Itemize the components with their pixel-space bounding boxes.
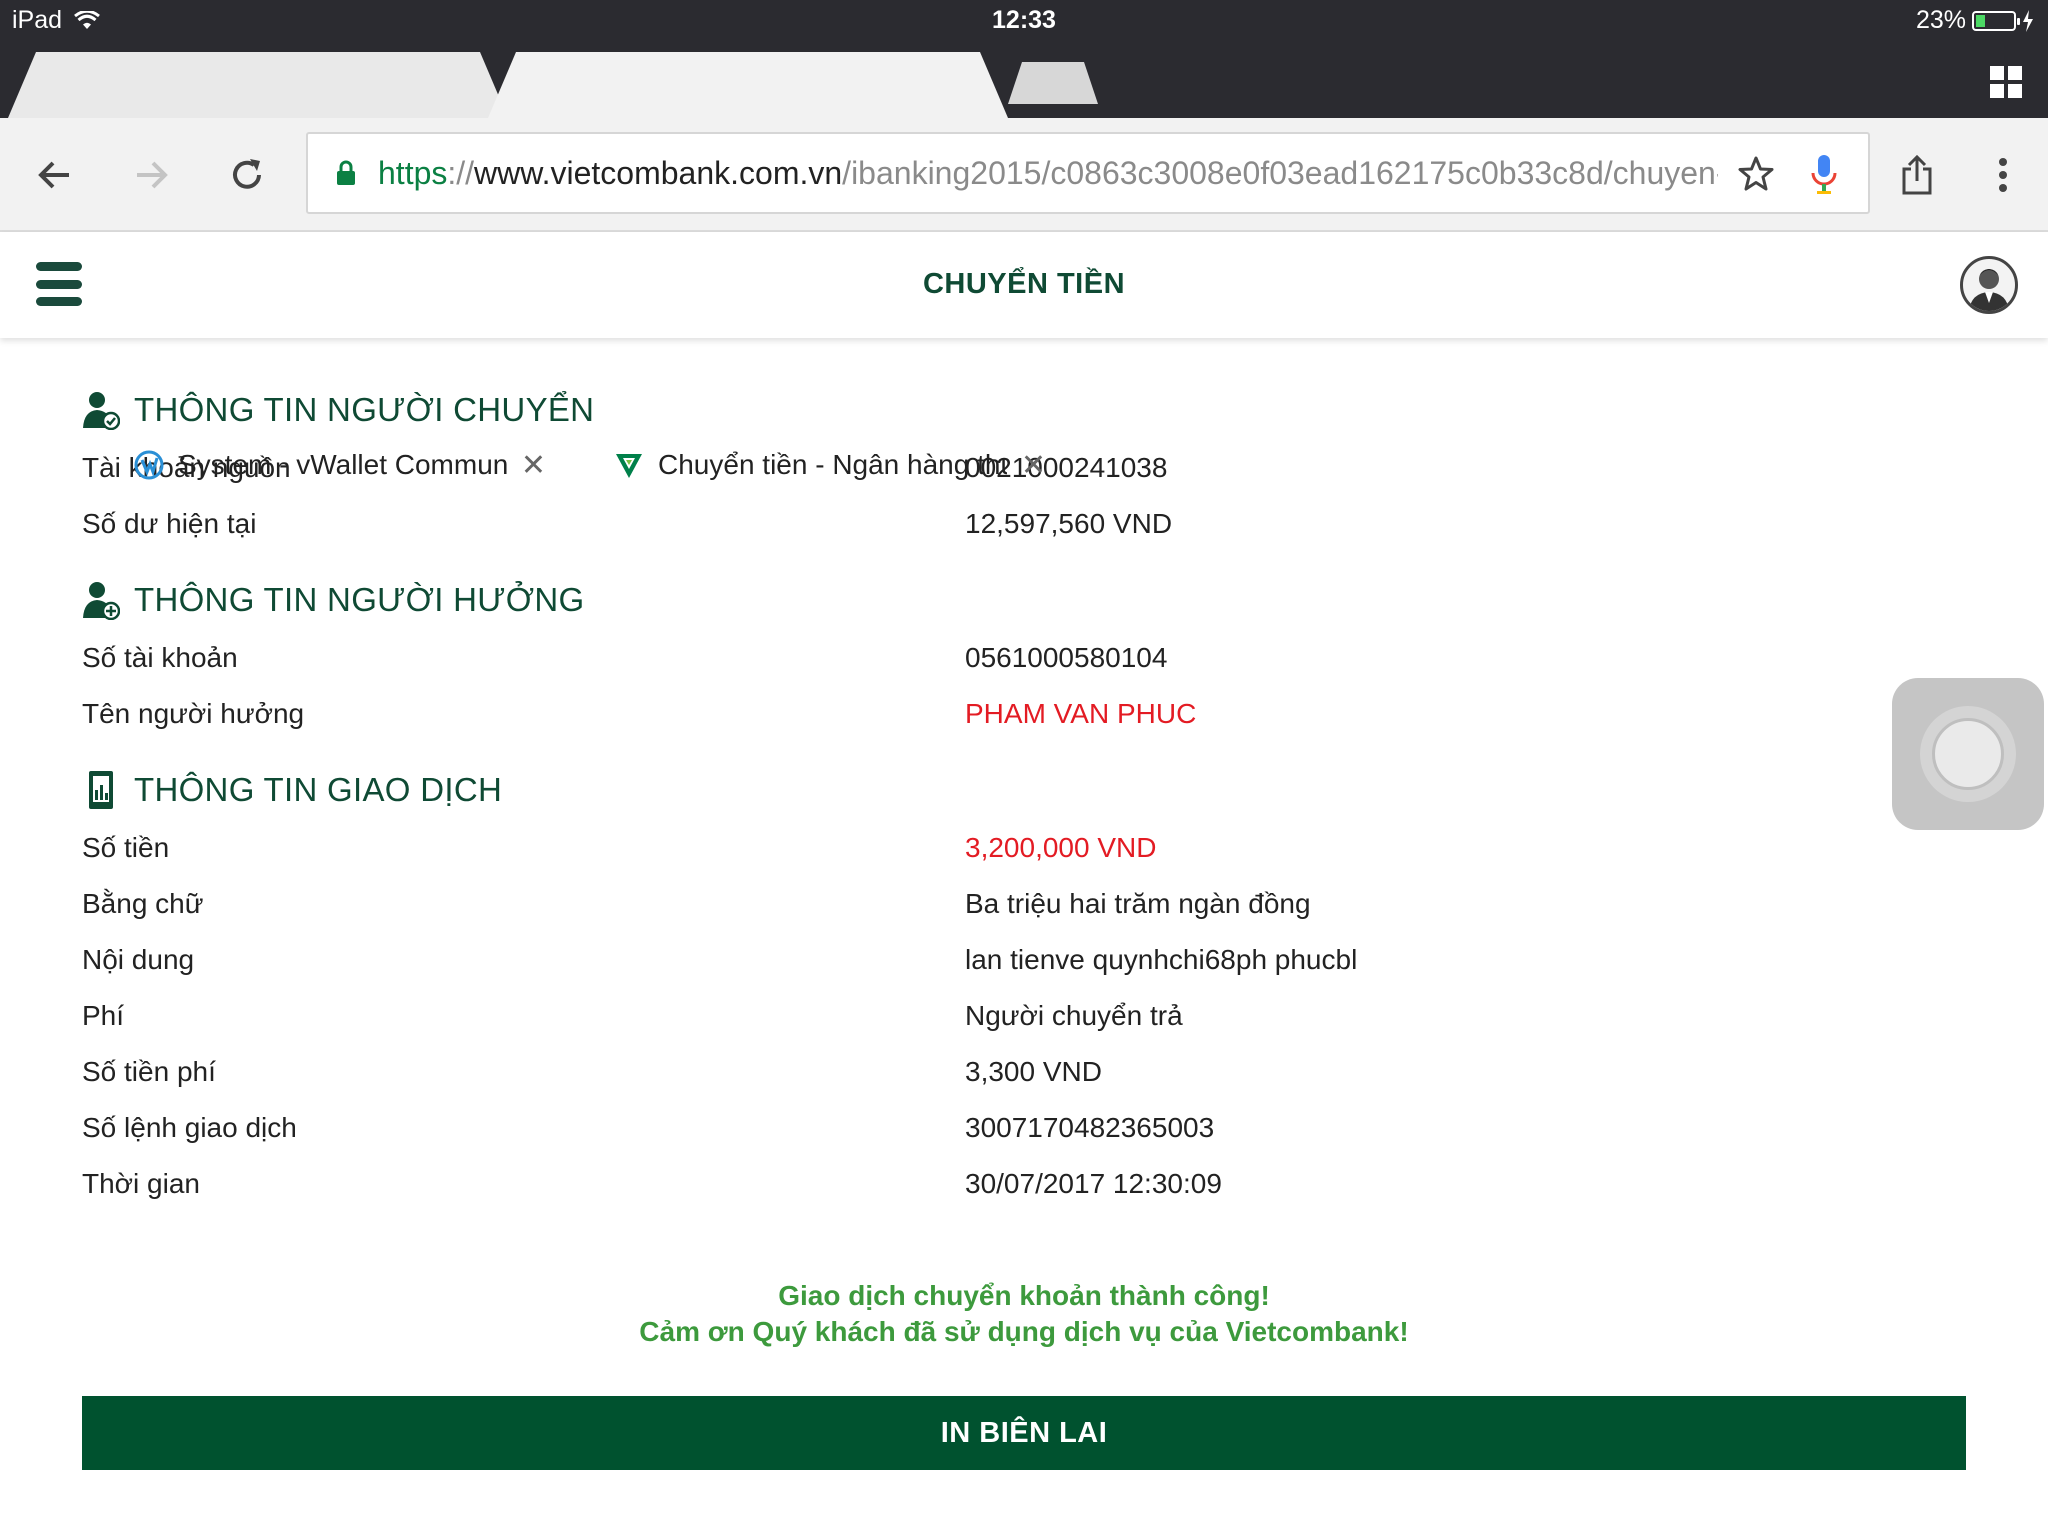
row-label: Bằng chữ xyxy=(82,888,204,919)
back-button[interactable] xyxy=(28,148,82,202)
new-tab-button[interactable] xyxy=(1008,62,1098,104)
close-tab-icon[interactable]: ✕ xyxy=(1021,448,1046,483)
row-label: Nội dung xyxy=(82,944,195,975)
success-message: Giao dịch chuyển khoản thành công! Cảm ơ… xyxy=(0,1278,2048,1350)
row-label: Số tiền xyxy=(82,832,170,863)
assistive-touch-button[interactable] xyxy=(1892,678,2044,830)
success-line-1: Giao dịch chuyển khoản thành công! xyxy=(778,1280,1270,1311)
row-value: Ba triệu hai trăm ngàn đồng xyxy=(965,888,1311,919)
row-label: Tên người hưởng xyxy=(82,698,305,729)
detail-row: Số dư hiện tại 12,597,560 VND xyxy=(82,496,1966,552)
row-value: 3,300 VND xyxy=(965,1056,1102,1087)
tab-strip: System - vWallet Community ✕ Chuyển tiền… xyxy=(0,42,2048,482)
reload-button[interactable] xyxy=(220,148,274,202)
row-value: lan tienve quynhchi68ph phucbl xyxy=(965,944,1358,975)
row-label: Phí xyxy=(82,1000,125,1031)
share-icon xyxy=(1902,155,1932,195)
detail-row: Bằng chữ Ba triệu hai trăm ngàn đồng xyxy=(82,876,1966,932)
battery-icon xyxy=(1972,10,2020,31)
share-button[interactable] xyxy=(1890,148,1944,202)
user-check-icon xyxy=(83,392,120,430)
transaction-section: THÔNG TIN GIAO DỊCH Số tiền 3,200,000 VN… xyxy=(82,760,1966,1212)
detail-row: Tên người hưởng PHAM VAN PHUC xyxy=(82,686,1966,742)
bookmark-star-icon[interactable] xyxy=(1734,152,1778,196)
tab-switcher-icon[interactable] xyxy=(1988,64,2024,100)
detail-row: Số lệnh giao dịch 3007170482365003 xyxy=(82,1100,1966,1156)
back-arrow-icon xyxy=(38,161,69,189)
row-value: 30/07/2017 12:30:09 xyxy=(965,1168,1222,1199)
detail-row: Nội dung lan tienve quynhchi68ph phucbl xyxy=(82,932,1966,988)
tab-vwallet[interactable]: System - vWallet Community ✕ xyxy=(8,52,546,482)
battery-percent: 23% xyxy=(1915,6,1966,34)
print-receipt-button[interactable]: IN BIÊN LAI xyxy=(82,1396,1966,1470)
reload-icon xyxy=(233,159,261,189)
row-value: Người chuyển trả xyxy=(965,1000,1183,1031)
microphone-icon[interactable] xyxy=(1802,152,1846,196)
address-bar[interactable]: https://www.vietcombank.com.vn/ibanking2… xyxy=(306,132,1870,214)
browser-toolbar: https://www.vietcombank.com.vn/ibanking2… xyxy=(0,118,2048,232)
user-avatar[interactable] xyxy=(1960,256,2018,314)
row-label: Số dư hiện tại xyxy=(82,508,257,539)
more-vertical-icon xyxy=(1999,158,2007,192)
forward-arrow-icon xyxy=(137,161,168,189)
forward-button[interactable] xyxy=(124,148,178,202)
user-profile-icon xyxy=(1969,269,2009,311)
tab-title: Chuyển tiền - Ngân hàng thương mại cổ ph… xyxy=(658,449,1007,480)
close-tab-icon[interactable]: ✕ xyxy=(521,448,546,483)
row-label: Số tiền phí xyxy=(82,1056,216,1087)
receipt-chart-icon xyxy=(89,771,113,809)
ios-status-bar: iPad 12:33 23% xyxy=(0,0,2048,42)
app-header: CHUYỂN TIỀN xyxy=(0,232,2048,338)
tab-vietcombank[interactable]: Chuyển tiền - Ngân hàng thương mại cổ ph… xyxy=(488,52,1046,482)
transfer-details: THÔNG TIN NGƯỜI CHUYỂN Tài khoản nguồn 0… xyxy=(82,380,1966,1230)
lock-icon xyxy=(337,160,355,185)
success-line-2: Cảm ơn Quý khách đã sử dụng dịch vụ của … xyxy=(639,1316,1409,1347)
detail-row: Thời gian 30/07/2017 12:30:09 xyxy=(82,1156,1966,1212)
vwallet-favicon-icon xyxy=(134,450,164,480)
detail-row: Số tiền phí 3,300 VND xyxy=(82,1044,1966,1100)
vietcombank-favicon-icon xyxy=(616,454,642,478)
row-value: 0561000580104 xyxy=(965,642,1168,673)
detail-row: Phí Người chuyển trả xyxy=(82,988,1966,1044)
tab-title: System - vWallet Community xyxy=(178,449,507,480)
row-label: Thời gian xyxy=(82,1168,200,1199)
transfer-amount: 3,200,000 VND xyxy=(965,832,1157,863)
page-title: CHUYỂN TIỀN xyxy=(922,268,1126,300)
row-label: Số tài khoản xyxy=(82,642,238,673)
row-value: 3007170482365003 xyxy=(965,1112,1215,1143)
section-title: THÔNG TIN NGƯỜI HƯỞNG xyxy=(134,581,585,618)
menu-button[interactable] xyxy=(1976,148,2030,202)
row-value: 12,597,560 VND xyxy=(965,508,1173,539)
beneficiary-section: THÔNG TIN NGƯỜI HƯỞNG Số tài khoản 05610… xyxy=(82,570,1966,742)
row-label: Số lệnh giao dịch xyxy=(82,1112,297,1143)
section-title: THÔNG TIN NGƯỜI CHUYỂN xyxy=(134,391,595,428)
user-add-icon xyxy=(83,582,120,620)
section-title: THÔNG TIN GIAO DỊCH xyxy=(134,771,503,808)
detail-row: Số tiền 3,200,000 VND xyxy=(82,820,1966,876)
detail-row: Số tài khoản 0561000580104 xyxy=(82,630,1966,686)
beneficiary-name: PHAM VAN PHUC xyxy=(965,698,1197,729)
clock: 12:33 xyxy=(992,6,1056,34)
url-text[interactable]: https://www.vietcombank.com.vn/ibanking2… xyxy=(378,155,1718,192)
charging-bolt-icon xyxy=(2023,9,2033,32)
